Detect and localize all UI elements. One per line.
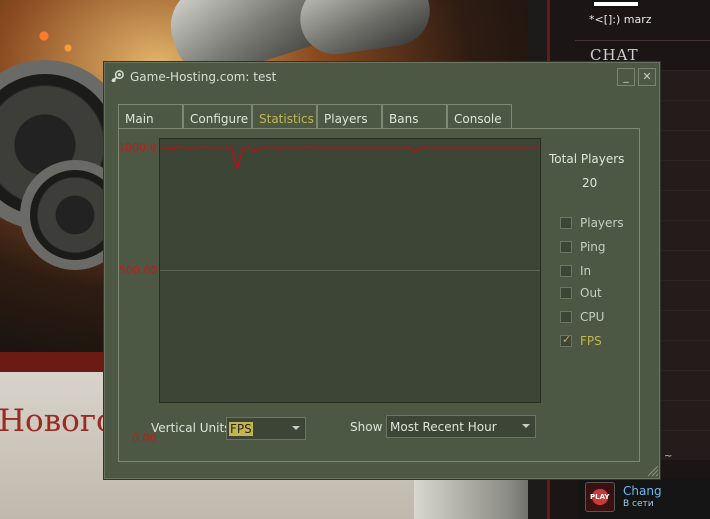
user-name: *<[]:) marz [589, 13, 652, 26]
show-label: Show [350, 420, 383, 434]
friends-tilde: ~ [664, 451, 673, 462]
user-avatar[interactable] [592, 0, 640, 8]
tab-players[interactable]: Players [317, 104, 382, 129]
y-axis-label-top: 1000.0 [118, 141, 157, 154]
background-headline: Нового [0, 403, 115, 439]
tab-statistics[interactable]: Statistics [252, 104, 317, 129]
resize-grip-icon[interactable] [645, 463, 659, 477]
close-button[interactable]: ✕ [638, 68, 656, 86]
y-axis-label-mid: 500.00 [119, 264, 158, 277]
minimize-button[interactable]: _ [617, 68, 635, 86]
tab-bans[interactable]: Bans [382, 104, 447, 129]
steam-icon [111, 70, 124, 83]
checkbox-in[interactable] [560, 265, 572, 277]
checkbox-out[interactable] [560, 287, 572, 299]
time-range-dropdown[interactable]: Most Recent Hour [386, 415, 536, 438]
friend-name[interactable]: Chang [623, 484, 662, 498]
toggle-in-label: In [580, 264, 592, 278]
tab-configure[interactable]: Configure [183, 104, 252, 129]
friend-avatar-badge: PLAY [590, 493, 610, 501]
fps-graph [159, 138, 541, 403]
tab-main[interactable]: Main [118, 104, 183, 129]
vertical-units-label: Vertical Units [151, 421, 231, 435]
tab-console[interactable]: Console [447, 104, 512, 129]
time-range-value: Most Recent Hour [390, 420, 497, 434]
friend-avatar[interactable]: PLAY [585, 482, 615, 512]
total-players-label: Total Players [549, 152, 625, 166]
checkbox-players[interactable] [560, 217, 572, 229]
background-sparks [20, 20, 100, 60]
checkbox-fps[interactable]: ✓ [560, 333, 572, 347]
toggle-out-label: Out [580, 286, 602, 300]
total-players-value: 20 [582, 176, 598, 190]
toggle-players-label: Players [580, 216, 624, 230]
vertical-units-dropdown[interactable]: FPS [226, 417, 306, 440]
toggle-fps-label: FPS [580, 334, 602, 348]
checkmark-icon: ✓ [562, 333, 572, 346]
server-stats-window: Game-Hosting.com: test _ ✕ Main Configur… [103, 61, 661, 480]
chevron-down-icon [522, 424, 530, 428]
friends-divider [575, 40, 710, 41]
checkbox-cpu[interactable] [560, 311, 572, 323]
toggle-cpu-label: CPU [580, 310, 605, 324]
fps-series-0 [160, 146, 540, 172]
vertical-units-value: FPS [229, 422, 253, 436]
toggle-ping-label: Ping [580, 240, 606, 254]
fps-series-line [160, 146, 540, 172]
friend-status: В сети [623, 499, 654, 509]
chevron-down-icon [292, 426, 300, 430]
window-titlebar[interactable]: Game-Hosting.com: test _ ✕ [104, 62, 660, 92]
window-title: Game-Hosting.com: test [130, 70, 277, 84]
checkbox-ping[interactable] [560, 241, 572, 253]
